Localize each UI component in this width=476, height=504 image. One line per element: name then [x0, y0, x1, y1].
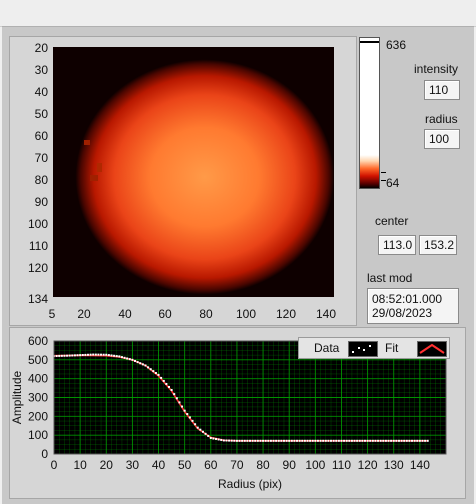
image-y-tick: 50 [34, 107, 48, 121]
image-speckle [84, 140, 90, 145]
image-y-tick: 70 [34, 151, 48, 165]
image-x-tick: 60 [158, 307, 172, 321]
image-y-tick: 60 [34, 129, 48, 143]
legend-data-swatch [348, 341, 378, 357]
intensity-label: intensity [414, 62, 459, 76]
last-mod-date: 29/08/2023 [372, 306, 433, 320]
image-y-tick: 40 [34, 85, 48, 99]
image-speckle [97, 163, 102, 172]
color-ramp-min-label: 64 [386, 176, 400, 190]
legend-fit-label: Fit [385, 341, 399, 355]
intensity-image[interactable] [53, 47, 334, 297]
radius-indicator: 100 [424, 129, 460, 149]
image-y-tick: 90 [34, 195, 48, 209]
image-x-tick: 120 [275, 307, 297, 321]
image-x-tick: 140 [315, 307, 337, 321]
plot-legend[interactable]: Data Fit [298, 337, 450, 359]
image-y-tick: 20 [34, 41, 48, 55]
fit-line-icon [419, 343, 445, 354]
image-y-tick: 80 [34, 173, 48, 187]
image-y-tick: 100 [27, 217, 48, 231]
center-y-indicator: 153.2 [419, 235, 457, 255]
image-speckle [90, 175, 98, 181]
center-label: center [375, 214, 409, 228]
image-y-tick: 30 [34, 63, 48, 77]
data-points-icon [352, 345, 371, 353]
legend-fit-swatch [417, 341, 447, 357]
image-x-tick: 80 [199, 307, 213, 321]
radius-label: radius [425, 112, 458, 126]
window-top-bar [0, 0, 476, 27]
image-y-tick: 120 [27, 261, 48, 275]
image-x-tick: 20 [77, 307, 91, 321]
center-x-indicator: 113.0 [378, 235, 416, 255]
color-ramp-max-marker[interactable] [360, 41, 379, 43]
image-y-tick: 134 [27, 292, 48, 306]
image-y-tick: 110 [28, 239, 48, 253]
last-mod-indicator: 08:52:01.000 29/08/2023 [367, 288, 459, 324]
image-x-tick: 100 [235, 307, 257, 321]
image-x-tick: 40 [118, 307, 132, 321]
intensity-indicator: 110 [424, 80, 460, 100]
legend-data-label: Data [314, 341, 340, 355]
color-ramp [359, 37, 380, 189]
image-x-tick: 5 [48, 307, 56, 321]
last-mod-label: last mod [367, 271, 413, 285]
last-mod-time: 08:52:01.000 [372, 292, 443, 306]
color-ramp-max-label: 636 [386, 38, 407, 52]
